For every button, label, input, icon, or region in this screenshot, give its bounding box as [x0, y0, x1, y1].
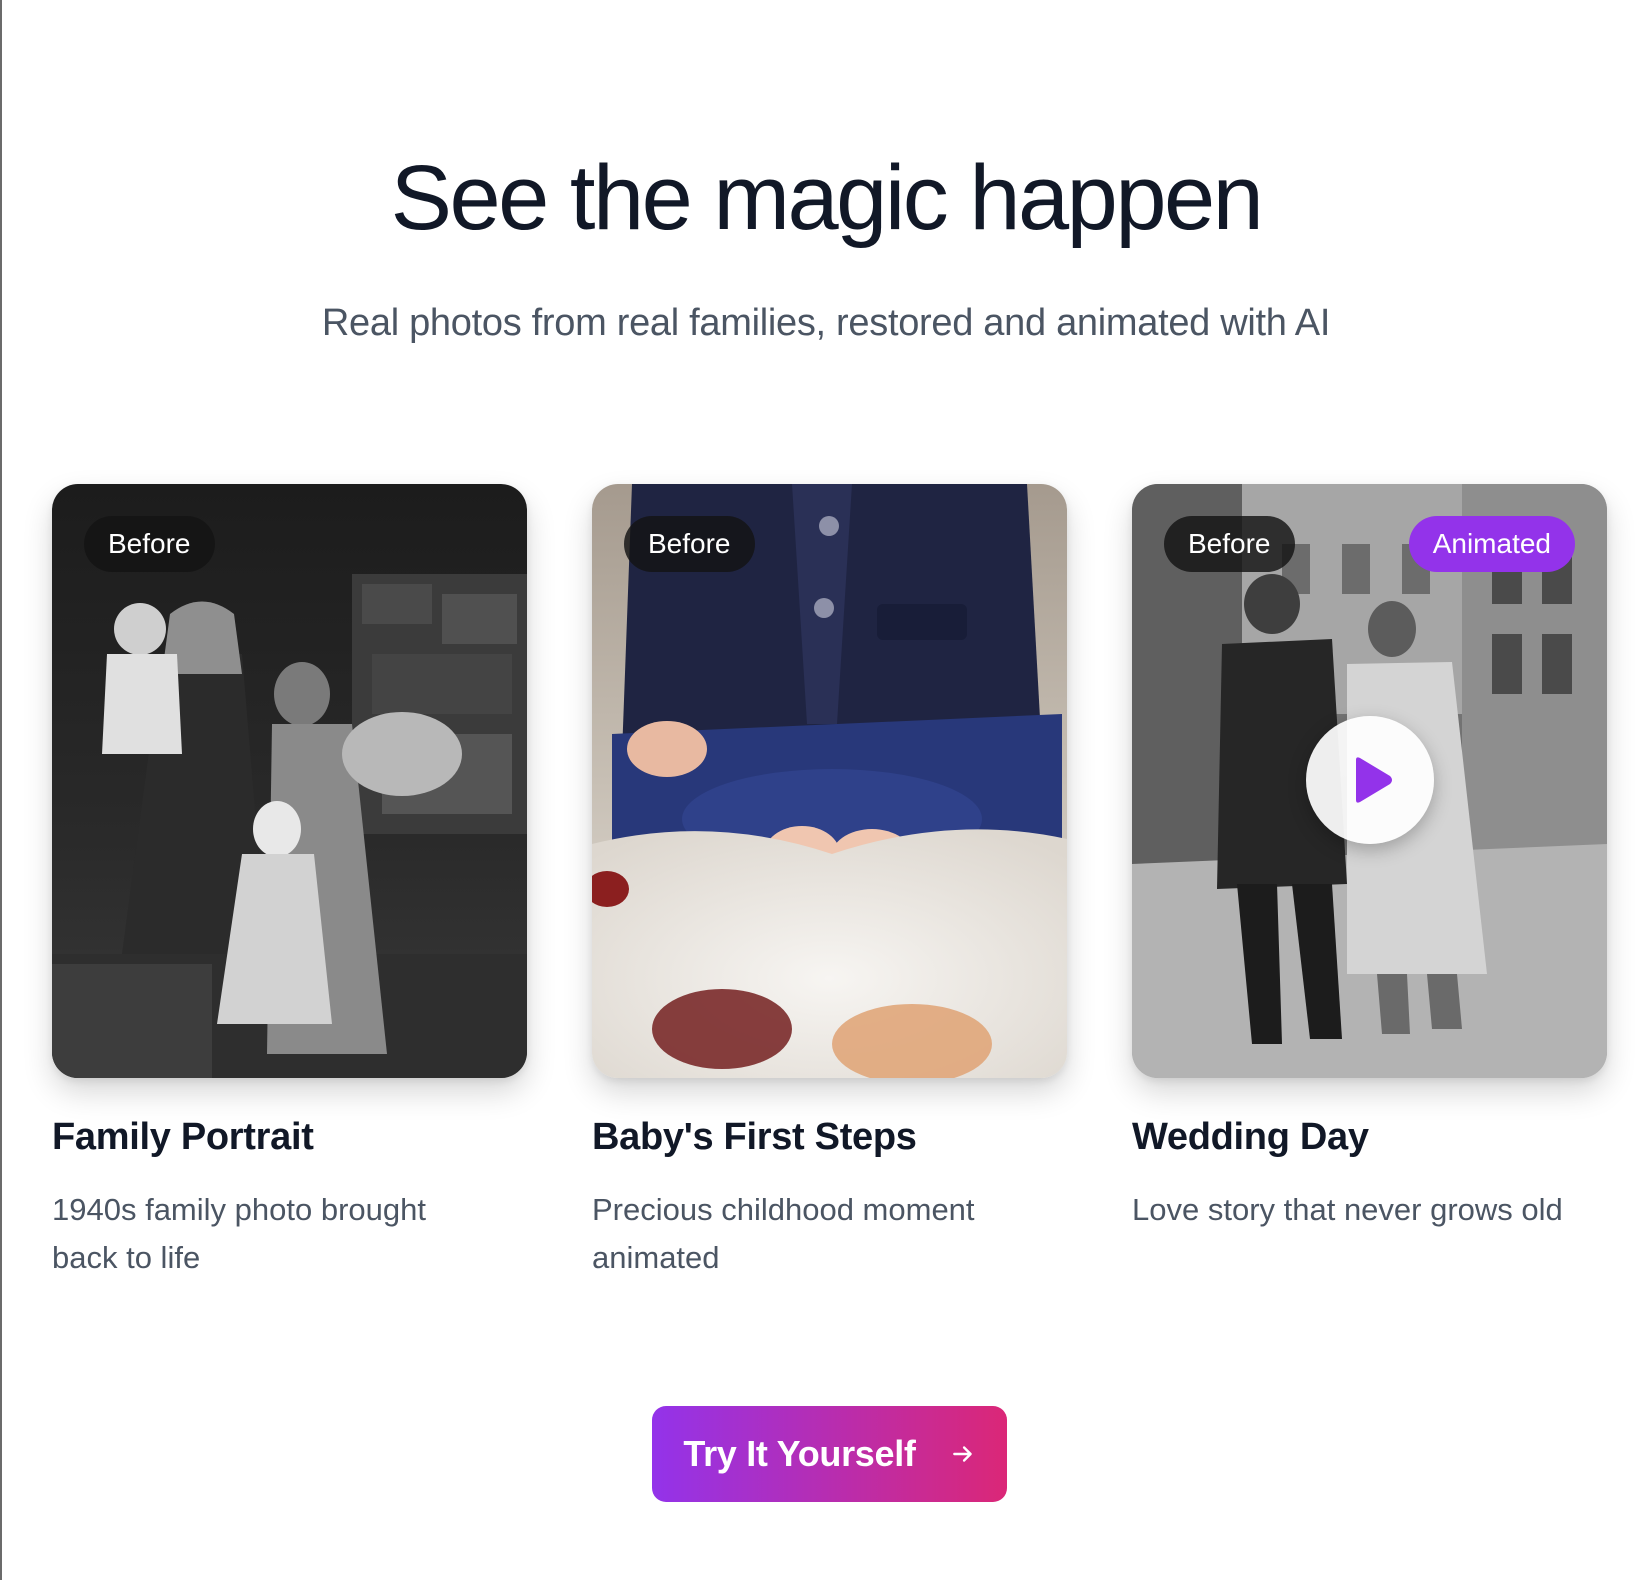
babys-first-steps-image	[592, 484, 1067, 1078]
play-button[interactable]	[1306, 716, 1434, 844]
example-card-wedding-day[interactable]: Before Animated Wedding Day Love story t…	[1132, 484, 1607, 1227]
card-title: Family Portrait	[52, 1116, 314, 1158]
card-description: 1940s family photo brought back to life	[52, 1192, 426, 1275]
card-description: Love story that never grows old	[1132, 1192, 1563, 1227]
animated-badge: Animated	[1408, 516, 1575, 572]
before-badge: Before	[1164, 516, 1295, 572]
arrow-right-icon	[950, 1441, 976, 1467]
card-description: Precious childhood moment animated	[592, 1192, 975, 1275]
play-icon	[1356, 757, 1392, 803]
card-title: Wedding Day	[1132, 1116, 1369, 1158]
cta-label: Try It Yourself	[683, 1433, 916, 1474]
before-badge: Before	[84, 516, 215, 572]
section-subtitle: Real photos from real families, restored…	[321, 302, 1331, 344]
before-badge: Before	[624, 516, 755, 572]
section-title: See the magic happen	[390, 147, 1264, 249]
try-it-yourself-button[interactable]: Try It Yourself	[652, 1406, 1007, 1502]
family-portrait-photo[interactable]: Before	[52, 484, 527, 1078]
babys-first-steps-photo[interactable]: Before	[592, 484, 1067, 1078]
magic-section: See the magic happen Real photos from re…	[0, 0, 1648, 1580]
card-title: Baby's First Steps	[592, 1116, 917, 1158]
example-card-babys-first-steps[interactable]: Before Baby's First Steps Precious child…	[592, 484, 1067, 1275]
wedding-day-photo[interactable]: Before Animated	[1132, 484, 1607, 1078]
family-portrait-image	[52, 484, 527, 1078]
example-card-family-portrait[interactable]: Before Family Portrait 1940s family phot…	[52, 484, 527, 1275]
